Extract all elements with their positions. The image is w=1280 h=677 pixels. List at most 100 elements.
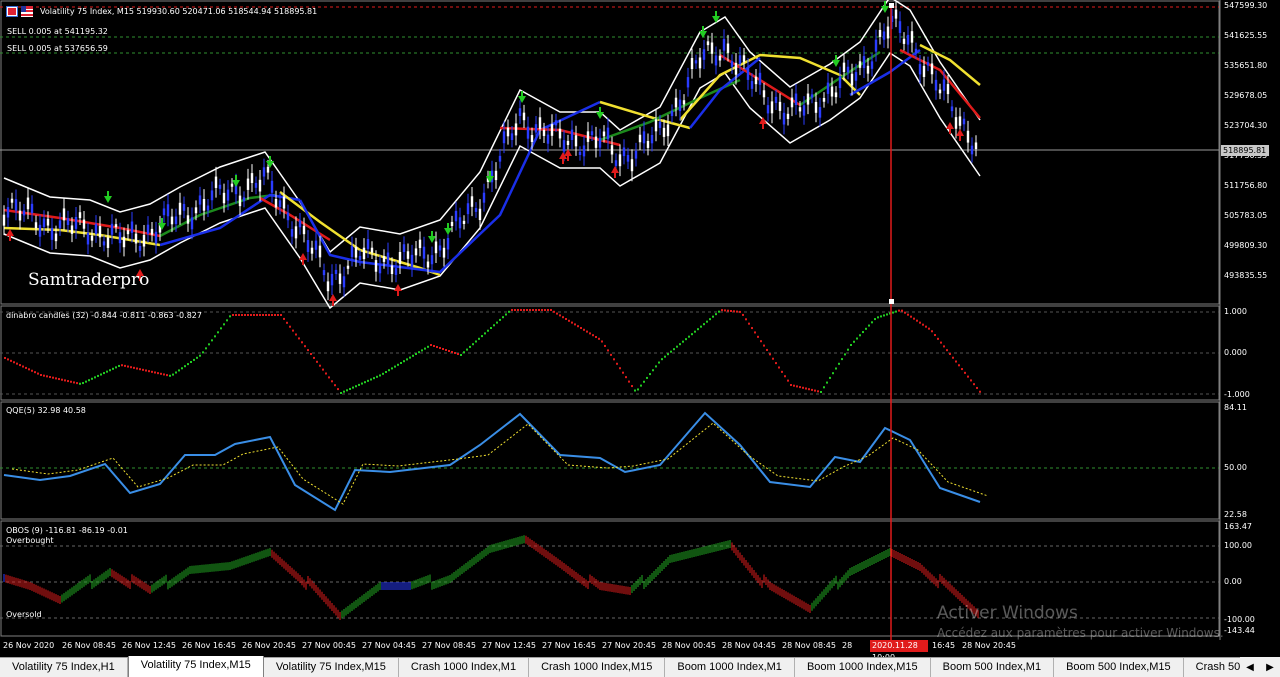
dinabro-dot: [436, 346, 438, 348]
dinabro-dot: [406, 358, 408, 361]
price-label: 535651.80: [1224, 61, 1268, 70]
dinabro-dot: [316, 360, 318, 363]
dinabro-dot: [823, 386, 825, 389]
dinabro-dot: [958, 364, 960, 367]
dinabro-dot: [520, 309, 522, 311]
time-label: 28 Nov 04:45: [722, 641, 776, 650]
candle-body: [302, 225, 306, 235]
dinabro-dot: [103, 372, 105, 375]
dinabro-dot: [670, 350, 672, 353]
candle-body: [282, 196, 286, 209]
chart-tab[interactable]: Volatility 75 Index,M15: [264, 658, 399, 677]
price-label: 511756.80: [1224, 181, 1268, 190]
candle-body: [314, 240, 318, 250]
candle-body: [482, 192, 486, 203]
dinabro-dot: [85, 380, 87, 383]
candle-body: [94, 224, 98, 234]
dinabro-dot: [568, 319, 570, 322]
dinabro-dot: [19, 364, 21, 367]
candle-body: [958, 116, 962, 126]
candle-body: [822, 97, 826, 102]
dinabro-dot: [937, 337, 939, 340]
dinabro-dot: [922, 323, 924, 326]
dinabro-dot: [370, 378, 372, 381]
price-chart[interactable]: [0, 0, 1280, 657]
chart-tab[interactable]: Boom 500 Index,M15: [1054, 658, 1184, 677]
dinabro-dot: [598, 337, 600, 340]
dinabro-dot: [202, 351, 204, 354]
candle-body: [562, 140, 566, 152]
candle-body: [446, 238, 450, 250]
candle-body: [974, 142, 978, 150]
scroll-right-icon[interactable]: ▶: [1266, 662, 1274, 673]
candle-body: [498, 155, 502, 162]
time-label: 27 Nov 20:45: [602, 641, 656, 650]
dinabro-dot: [514, 309, 516, 311]
dinabro-dot: [154, 371, 156, 374]
candle-body: [742, 55, 746, 62]
dinabro-dot: [364, 381, 366, 384]
dinabro-dot: [853, 340, 855, 343]
dinabro-dot: [433, 345, 435, 347]
candle-body: [66, 218, 70, 225]
candle-body: [606, 127, 610, 140]
candle-body: [46, 218, 50, 226]
candle-body: [474, 208, 478, 212]
dinabro-dot: [37, 372, 39, 375]
dinabro-dot: [691, 333, 693, 336]
dinabro-dot: [43, 374, 45, 377]
chart-area[interactable]: Volatility 75 Index, M15 519930.60 52047…: [0, 0, 1280, 662]
chart-tab[interactable]: Boom 1000 Index,M15: [795, 658, 931, 677]
candle-body: [506, 127, 510, 137]
candle-body: [110, 223, 114, 235]
candle-body: [50, 227, 54, 240]
obos-level: 100.00: [1224, 541, 1252, 550]
dinabro-dot: [211, 339, 213, 342]
dinabro-dot: [658, 361, 660, 364]
dinabro-dot: [745, 318, 747, 321]
candle-body: [838, 76, 842, 89]
time-label: 28: [842, 641, 853, 650]
dinabro-dot: [166, 374, 168, 377]
dinabro-dot: [61, 378, 63, 381]
candle-body: [466, 203, 470, 215]
time-label: 16:45: [932, 641, 956, 650]
candle-body: [914, 48, 918, 53]
oversold-label: Oversold: [6, 610, 42, 619]
crosshair-time-label: 2020.11.28 10:00: [870, 640, 928, 662]
dinabro-dot: [967, 375, 969, 378]
candle-body: [794, 93, 798, 105]
dinabro-dot: [979, 390, 981, 393]
candle-body: [2, 214, 6, 226]
dinabro-dot: [424, 347, 426, 350]
dinabro-dot: [736, 310, 738, 313]
scroll-left-icon[interactable]: ◀: [1246, 662, 1254, 673]
candle-body: [586, 131, 590, 142]
dinabro-dot: [289, 325, 291, 328]
dinabro-dot: [625, 376, 627, 379]
dinabro-dot: [232, 314, 234, 316]
chart-tab[interactable]: Volatility 75 Index,H1: [0, 658, 128, 677]
dinabro-dot: [622, 371, 624, 374]
chart-tab[interactable]: Boom 1000 Index,M1: [665, 658, 795, 677]
candle-body: [414, 248, 418, 256]
candle-body: [386, 252, 390, 265]
candle-body: [714, 55, 718, 66]
dinabro-dot: [829, 376, 831, 379]
dinabro-dot: [877, 316, 879, 319]
dinabro-dot: [91, 377, 93, 380]
dinabro-dot: [358, 383, 360, 386]
chart-tab[interactable]: Crash 1000 Index,M1: [399, 658, 530, 677]
candle-body: [18, 210, 22, 221]
price-label: 493835.55: [1224, 271, 1268, 280]
dinabro-dot: [160, 372, 162, 375]
chart-tab[interactable]: Crash 1000 Index,M15: [529, 658, 666, 677]
candle-body: [898, 21, 902, 33]
chart-tab[interactable]: Boom 500 Index,M1: [931, 658, 1055, 677]
dinabro-dot: [925, 325, 927, 328]
dinabro-dot: [256, 314, 258, 316]
candle-body: [422, 246, 426, 259]
chart-tab-active[interactable]: Volatility 75 Index,M15: [127, 656, 264, 677]
dinabro-dot: [145, 369, 147, 372]
dinabro-dot: [304, 345, 306, 348]
